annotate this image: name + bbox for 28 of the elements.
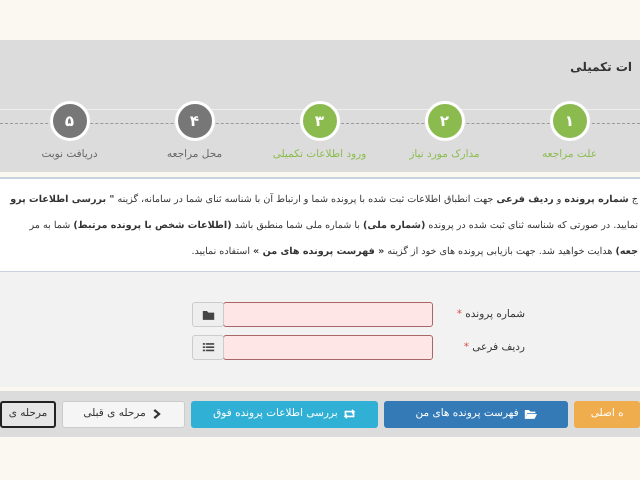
instruction-text: جعه) هدایت خواهید شد. جهت بازیابی پرونده های خود از گزینه « فهرست پرونده های من » استفاده نمایید. xyxy=(190,244,639,259)
step-number: ۲ xyxy=(424,101,464,141)
check-file-button[interactable]: بررسی اطلاعات پرونده فوق xyxy=(191,400,378,428)
step-label: دریافت نوبت xyxy=(41,147,98,162)
next-step-button[interactable]: مرحله ی xyxy=(0,400,56,428)
input-field[interactable] xyxy=(223,335,433,360)
step-label: محل مراجعه xyxy=(166,147,222,162)
step-number: ۳ xyxy=(300,101,340,141)
step-label: مدارک مورد نیاز xyxy=(409,147,480,162)
field-label: ردیف فرعی * xyxy=(462,340,525,355)
folder-icon xyxy=(524,408,537,420)
input-field[interactable] xyxy=(223,302,433,327)
step-number: ۱ xyxy=(550,101,590,141)
step-number: ۵ xyxy=(50,101,90,141)
step-label: علت مراجعه xyxy=(542,147,597,162)
repeat-icon xyxy=(342,408,356,420)
step-number: ۴ xyxy=(174,101,214,141)
field-label: شماره پرونده * xyxy=(456,306,525,322)
instruction-text: نمایید. در صورتی که شناسه ثنای ثبت شده در پرونده (شماره ملی) با شماره ملی شما منطبق باشد (اطلاعات شخص با پرونده مرتبط) شما به مر xyxy=(28,219,639,233)
my-files-button[interactable]: فهرست پرونده های من xyxy=(384,400,568,428)
step-label: ورود اطلاعات تکمیلی xyxy=(272,147,366,162)
previous-step-button[interactable]: مرحله ی قبلی xyxy=(62,400,186,428)
list-icon xyxy=(202,342,214,354)
panel-title: ات تکمیلی xyxy=(569,59,632,76)
addon-button[interactable] xyxy=(192,335,224,360)
folder-icon xyxy=(202,308,214,320)
addon-button[interactable] xyxy=(192,302,224,327)
instruction-text: ج شماره پرونده و ردیف فرعی جهت انطباق اطلاعات ثبت شده با پرونده شما و ارتباط آن با شناسه ثنای شما در سامانه، گزینه " بررسی اطلاعات پرو xyxy=(8,192,639,207)
